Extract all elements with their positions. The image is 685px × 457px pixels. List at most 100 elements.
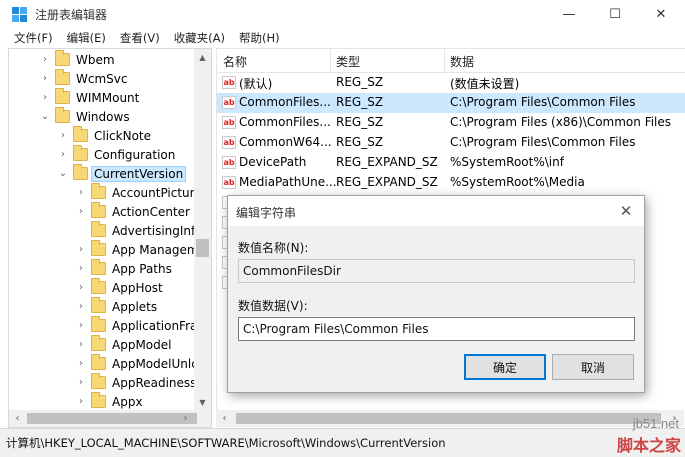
dialog-close-icon[interactable]: ✕ (614, 200, 638, 222)
value-name-field[interactable]: CommonFilesDir (238, 259, 635, 283)
menu-file[interactable]: 文件(F) (8, 28, 59, 48)
tree-item-app-paths[interactable]: › App Paths (75, 259, 174, 278)
tree-vertical-scrollbar[interactable]: ▲ ▼ (194, 49, 211, 411)
chevron-right-icon[interactable]: › (75, 244, 87, 255)
scroll-right-icon[interactable]: › (177, 410, 194, 427)
cancel-button[interactable]: 取消 (552, 354, 634, 380)
string-value-icon: ab (222, 136, 236, 149)
menu-favorites[interactable]: 收藏夹(A) (168, 28, 231, 48)
chevron-right-icon[interactable]: › (75, 206, 87, 217)
tree-item-appmodelunlock[interactable]: › AppModelUnlc (75, 354, 200, 373)
menu-view[interactable]: 查看(V) (114, 28, 166, 48)
list-hscroll-thumb[interactable] (236, 413, 661, 424)
scroll-left-icon[interactable]: ‹ (216, 410, 233, 427)
tree-item-configuration[interactable]: › Configuration (57, 145, 177, 164)
chevron-right-icon[interactable]: › (39, 92, 51, 103)
registry-editor-icon (12, 7, 27, 22)
tree-horizontal-scrollbar[interactable]: ‹ › (9, 410, 211, 427)
list-row[interactable]: ab CommonW64... REG_SZ C:\Program Files\Com… (217, 133, 685, 153)
scroll-down-icon[interactable]: ▼ (194, 394, 211, 411)
chevron-right-icon[interactable]: › (75, 358, 87, 369)
row-name: CommonW64... (239, 135, 332, 149)
row-type: REG_SZ (336, 115, 384, 129)
folder-icon (91, 202, 106, 218)
tree-item-wbem[interactable]: › Wbem (39, 50, 117, 69)
scroll-left-icon[interactable]: ‹ (9, 410, 26, 427)
folder-icon (73, 126, 88, 142)
dialog-title: 编辑字符串 (236, 206, 297, 220)
value-name-label: 数值名称(N): (238, 241, 309, 255)
chevron-right-icon[interactable]: › (75, 320, 87, 331)
value-data-field[interactable]: C:\Program Files\Common Files (238, 317, 635, 341)
tree-item-wimmount[interactable]: › WIMMount (39, 88, 141, 107)
list-row[interactable]: ab CommonFiles... REG_SZ C:\Program Files (… (217, 113, 685, 133)
tree-item-apphost[interactable]: › AppHost (75, 278, 165, 297)
registry-tree[interactable]: › Wbem › WcmSvc › WIMMount ⌄ Windows › ClickN… (8, 48, 212, 428)
column-divider[interactable] (330, 49, 331, 73)
column-header-name[interactable]: 名称 (223, 53, 247, 70)
tree-item-appreadiness[interactable]: › AppReadiness (75, 373, 198, 392)
list-row-selected[interactable]: ab CommonFiles... REG_SZ C:\Program Files\C… (217, 93, 685, 113)
chevron-right-icon[interactable]: › (75, 282, 87, 293)
row-type: REG_SZ (336, 75, 384, 89)
value-data-label: 数值数据(V): (238, 299, 308, 313)
chevron-right-icon[interactable]: › (75, 396, 87, 407)
folder-icon (55, 88, 70, 104)
tree-item-accountpicture[interactable]: › AccountPicture (75, 183, 204, 202)
list-row[interactable]: ab MediaPathUne... REG_EXPAND_SZ %SystemRoo… (217, 173, 685, 193)
tree-item-windows[interactable]: ⌄ Windows (39, 107, 132, 126)
column-header-type[interactable]: 类型 (336, 53, 360, 70)
folder-icon (91, 316, 106, 332)
dialog-title-bar: 编辑字符串 ✕ (228, 196, 644, 226)
title-bar: 注册表编辑器 — ☐ ✕ (0, 0, 685, 28)
tree-item-actioncenter[interactable]: › ActionCenter (75, 202, 192, 221)
folder-icon (91, 373, 106, 389)
chevron-right-icon[interactable]: › (39, 73, 51, 84)
chevron-down-icon[interactable]: ⌄ (39, 111, 51, 122)
maximize-button[interactable]: ☐ (592, 0, 638, 28)
list-header: 名称 类型 数据 (217, 49, 685, 73)
chevron-right-icon[interactable]: › (57, 149, 69, 160)
chevron-right-icon[interactable]: › (75, 301, 87, 312)
tree-item-clicknote[interactable]: › ClickNote (57, 126, 153, 145)
list-row[interactable]: ab DevicePath REG_EXPAND_SZ %SystemRoot%\in… (217, 153, 685, 173)
tree-hscroll-thumb[interactable] (27, 413, 197, 424)
menu-edit[interactable]: 编辑(E) (61, 28, 112, 48)
tree-item-applets[interactable]: › Applets (75, 297, 159, 316)
folder-icon (91, 297, 106, 313)
chevron-down-icon[interactable]: ⌄ (57, 168, 69, 179)
tree-item-applicationframe[interactable]: › ApplicationFrar (75, 316, 204, 335)
watermark-url: jb51.net (632, 416, 679, 431)
chevron-right-icon[interactable]: › (39, 54, 51, 65)
row-name: DevicePath (239, 155, 307, 169)
row-name: CommonFiles... (239, 115, 331, 129)
tree-item-appx[interactable]: › Appx (75, 392, 145, 411)
tree-item-wcmsvc[interactable]: › WcmSvc (39, 69, 129, 88)
column-divider[interactable] (444, 49, 445, 73)
menu-help[interactable]: 帮助(H) (233, 28, 286, 48)
folder-icon (91, 335, 106, 351)
chevron-right-icon[interactable]: › (75, 339, 87, 350)
row-name: (默认) (239, 77, 273, 91)
minimize-button[interactable]: — (546, 0, 592, 28)
chevron-right-icon[interactable]: › (75, 377, 87, 388)
folder-icon (55, 107, 70, 123)
scroll-up-icon[interactable]: ▲ (194, 49, 211, 66)
row-name: MediaPathUne... (239, 175, 337, 189)
tree-item-appmodel[interactable]: › AppModel (75, 335, 173, 354)
row-data: %SystemRoot%\Media (450, 175, 585, 189)
column-header-data[interactable]: 数据 (450, 53, 474, 70)
list-row[interactable]: ab (默认) REG_SZ (数值未设置) (217, 73, 685, 93)
tree-item-app-management[interactable]: › App Managem (75, 240, 201, 259)
ok-button[interactable]: 确定 (464, 354, 546, 380)
tree-item-currentversion[interactable]: ⌄ CurrentVersion (57, 164, 187, 183)
close-button[interactable]: ✕ (638, 0, 684, 28)
row-type: REG_SZ (336, 135, 384, 149)
chevron-right-icon[interactable]: › (75, 263, 87, 274)
tree-item-advertisinginfo[interactable]: AdvertisingInfo (75, 221, 205, 240)
chevron-right-icon[interactable]: › (75, 187, 87, 198)
list-horizontal-scrollbar[interactable]: ‹ › (216, 410, 684, 427)
chevron-right-icon[interactable]: › (57, 130, 69, 141)
tree-scroll-thumb[interactable] (196, 239, 209, 257)
row-name: CommonFiles... (239, 95, 331, 109)
